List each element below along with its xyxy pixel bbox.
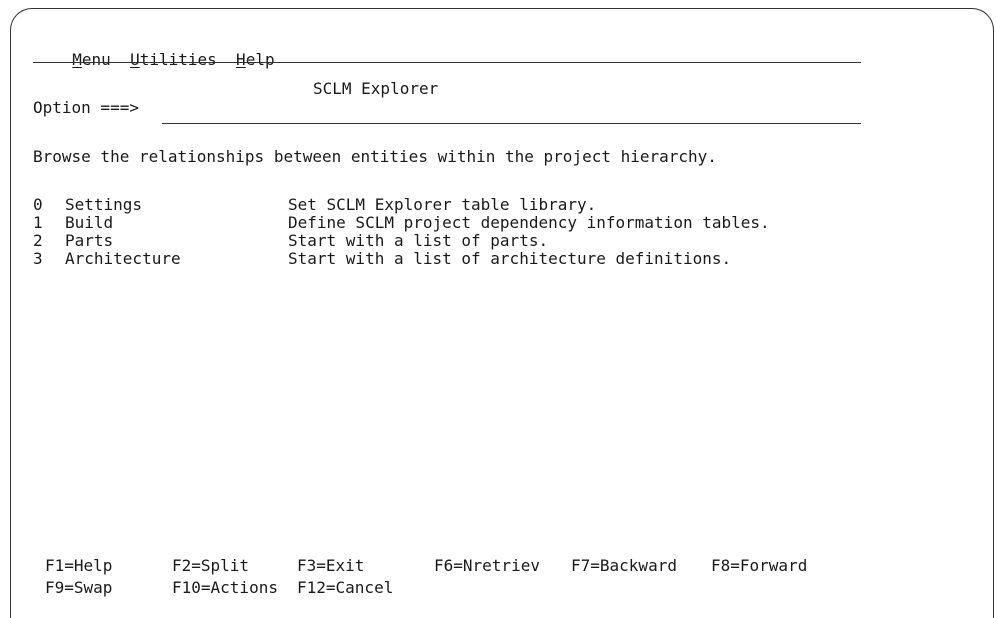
option-description: Start with a list of parts. [288,231,549,250]
option-description: Define SCLM project dependency informati… [288,213,770,232]
option-name: Build [65,213,114,232]
option-input[interactable] [162,98,860,118]
fkey-swap[interactable]: F9=Swap [45,578,112,598]
menu-separator [33,62,861,63]
option-number: 2 [33,231,43,250]
panel-description: Browse the relationships between entitie… [33,147,717,166]
menu-help-label: elp [245,50,275,69]
option-name: Settings [65,195,143,214]
option-input-underline [162,123,861,124]
menu-utilities-hotkey: U [130,50,140,69]
menu-help[interactable]: Help [236,50,275,69]
menu-utilities[interactable]: Utilities [130,50,217,69]
menu-utilities-label: tilities [139,50,217,69]
fkey-cancel[interactable]: F12=Cancel [297,578,393,598]
option-description: Set SCLM Explorer table library. [288,195,597,214]
fkey-nretriev[interactable]: F6=Nretriev [434,556,540,576]
option-number: 1 [33,213,43,232]
fkey-help[interactable]: F1=Help [45,556,112,576]
option-number: 3 [33,249,43,268]
option-number: 0 [33,195,43,214]
menu-menu-hotkey: M [72,50,82,69]
menu-menu-label: enu [81,50,111,69]
panel-title: SCLM Explorer [313,79,439,98]
fkey-exit[interactable]: F3=Exit [297,556,364,576]
fkey-actions[interactable]: F10=Actions [172,578,278,598]
menu-menu[interactable]: Menu [72,50,111,69]
menu-bar: Menu Utilities Help [53,30,274,69]
fkey-forward[interactable]: F8=Forward [711,556,807,576]
option-description: Start with a list of architecture defini… [288,249,732,268]
option-label: Option ===> [33,98,139,117]
menu-help-hotkey: H [236,50,246,69]
fkey-backward[interactable]: F7=Backward [571,556,677,576]
option-name: Architecture [65,249,181,268]
option-name: Parts [65,231,114,250]
fkey-split[interactable]: F2=Split [172,556,249,576]
